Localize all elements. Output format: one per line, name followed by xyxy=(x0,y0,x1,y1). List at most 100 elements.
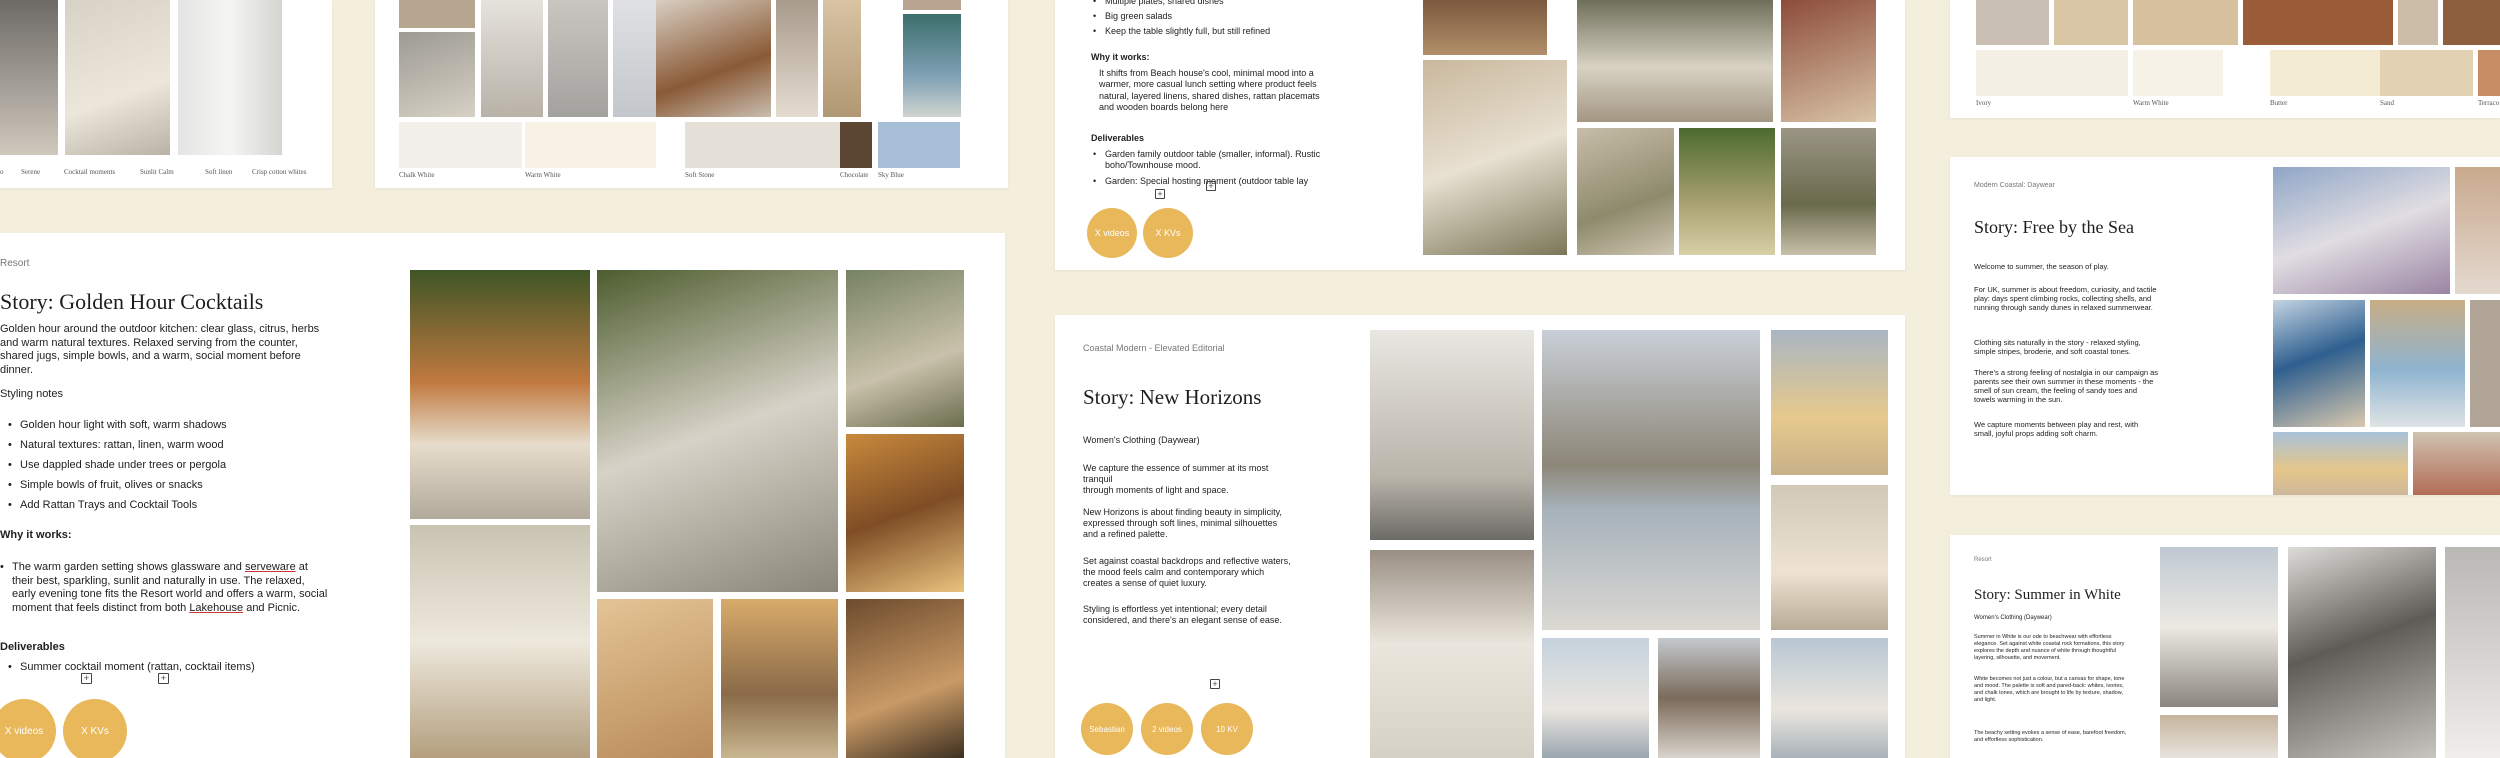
swatch-label: Chalk White xyxy=(399,171,435,179)
photo-surfboard xyxy=(2273,432,2408,495)
photo-strip xyxy=(2133,0,2238,45)
photo-outdoor-kitchen-counter xyxy=(410,525,590,758)
photo-citrus-table xyxy=(410,270,590,519)
why-bullet: • xyxy=(0,561,4,573)
story-subtitle: Women's Clothing (Daywear) xyxy=(1083,435,1200,445)
swatch-label: Crisp cotton whites xyxy=(252,168,307,176)
photo-cream-trousers xyxy=(1771,485,1888,630)
photo-strip xyxy=(2243,0,2393,45)
story-paragraph: For UK, summer is about freedom, curiosi… xyxy=(1974,285,2157,312)
swatch-label: Ivory xyxy=(1976,99,1992,107)
deliverable-circle-kvs[interactable]: X KVs xyxy=(63,699,127,758)
photo-plate xyxy=(399,0,475,28)
photo-top-strip xyxy=(903,0,961,10)
photo-pergola xyxy=(721,599,838,758)
deliverables-heading: Deliverables xyxy=(0,641,65,653)
photo-food-table xyxy=(1577,128,1674,255)
photo-strip xyxy=(2443,0,2500,45)
deliverable-circle-sebastian[interactable]: Sebastian xyxy=(1081,703,1133,755)
bullet-item: Big green salads xyxy=(1091,9,1331,24)
deliverable-circle-videos[interactable]: X videos xyxy=(1087,208,1137,258)
plus-icon[interactable]: + xyxy=(1206,181,1216,191)
plus-icon[interactable]: + xyxy=(1210,679,1220,689)
story-paragraph: Set against coastal backdrops and reflec… xyxy=(1083,556,1291,588)
story-paragraph: Styling is effortless yet intentional; e… xyxy=(1083,604,1282,625)
photo-woman-outdoor-kitchen xyxy=(597,270,838,592)
swatch-sand xyxy=(2380,50,2473,96)
photo-yellow-skirt xyxy=(1771,330,1888,475)
swatch-label: Sand xyxy=(2380,99,2394,107)
story-paragraph: There's a strong feeling of nostalgia in… xyxy=(1974,368,2159,404)
styling-note: Golden hour light with soft, warm shadow… xyxy=(6,415,336,435)
story-intro: Golden hour around the outdoor kitchen: … xyxy=(0,323,320,376)
deliverables-heading: Deliverables xyxy=(1091,133,1145,143)
photo-beige-shirt xyxy=(823,0,861,117)
photo-child-beach xyxy=(2455,167,2500,294)
board-top-middle: Chalk White Warm White Soft Stone Chocol… xyxy=(375,0,1008,188)
photo-leather-bag xyxy=(656,0,771,117)
swatch-label: Soft linen xyxy=(205,168,233,176)
why-text-part: Lakehouse xyxy=(189,601,244,614)
why-text-part: and Picnic. xyxy=(243,601,301,614)
swatch-butter xyxy=(2270,50,2393,96)
swatch-sky-blue xyxy=(878,122,960,168)
styling-heading: Styling notes xyxy=(0,388,63,400)
swatch-label: Terraco xyxy=(2478,99,2500,107)
bullet-item: Multiple plates, shared dishes xyxy=(1091,0,1331,9)
photo-curtain xyxy=(178,0,282,155)
photo-golden-fruit xyxy=(846,434,964,592)
styling-note: Simple bowls of fruit, olives or snacks xyxy=(6,475,336,495)
story-paragraph: We capture moments between play and rest… xyxy=(1974,420,2139,438)
why-text-part: serveware xyxy=(244,561,296,573)
why-heading: Why it works: xyxy=(1091,52,1150,62)
story-paragraph: Welcome to summer, the season of play. xyxy=(1974,262,2109,271)
photo-woman-rocks xyxy=(2160,547,2278,707)
photo-strip xyxy=(1976,0,2049,45)
why-text-part: The warm garden setting shows glassware … xyxy=(12,561,245,573)
plus-icon[interactable]: + xyxy=(1155,189,1165,199)
swatch-label: Cocktail moments xyxy=(64,168,116,176)
swatch-label: Warm White xyxy=(2133,99,2169,107)
story-paragraph: New Horizons is about finding beauty in … xyxy=(1083,507,1282,539)
story-title: Story: Free by the Sea xyxy=(1974,217,2134,237)
photo-woman-shore-bag xyxy=(1542,330,1760,630)
photo-sea-shirt xyxy=(903,14,961,117)
deliverable-circle-kvs[interactable]: X KVs xyxy=(1143,208,1193,258)
board-kicker: Coastal Modern - Elevated Editorial xyxy=(1083,343,1225,353)
photo-linen-dress xyxy=(65,0,170,155)
story-paragraph: We capture the essence of summer at its … xyxy=(1083,463,1269,495)
photo-kids-play xyxy=(2413,432,2500,495)
deliverable-item: Garden family outdoor table (smaller, in… xyxy=(1091,149,1331,171)
story-title: Story: Golden Hour Cocktails xyxy=(0,289,264,314)
photo-tomato-plate xyxy=(1781,0,1876,122)
swatch-label: Chocolate xyxy=(840,171,869,179)
photo-woman-seated xyxy=(2288,547,2436,758)
deliverable-circle-kv[interactable]: 10 KV xyxy=(1201,703,1253,755)
photo-drink-pour xyxy=(846,270,964,427)
plus-icon[interactable]: + xyxy=(158,673,169,684)
swatch-chocolate xyxy=(840,122,872,168)
deliverable-circle-videos[interactable]: 2 videos xyxy=(1141,703,1193,755)
plus-icon[interactable]: + xyxy=(81,673,92,684)
swatch-label: Soft Stone xyxy=(685,171,715,179)
swatch-soft-stone xyxy=(685,122,845,168)
board-kicker: Resort xyxy=(1974,557,1992,563)
photo-beach-umbrella xyxy=(2273,300,2365,427)
photo-strip xyxy=(2398,0,2438,45)
board-kicker: Modern Coastal: Daywear xyxy=(1974,182,2055,189)
bullet-item: Keep the table slightly full, but still … xyxy=(1091,24,1331,39)
swatch-label: o xyxy=(0,168,4,176)
swatch-terracotta xyxy=(2478,50,2500,96)
story-paragraph: The beachy setting evokes a sense of eas… xyxy=(1974,730,2127,743)
deliverable-circle-videos[interactable]: X videos xyxy=(0,699,56,758)
photo-woman-cafe xyxy=(776,0,818,117)
photo-rattan-chairs xyxy=(1423,0,1547,55)
board-kicker: Resort xyxy=(0,258,30,269)
story-title: Story: Summer in White xyxy=(1974,587,2121,603)
swatch-ivory xyxy=(1976,50,2128,96)
swatch-label: Sky Blue xyxy=(878,171,904,179)
why-text: It shifts from Beach house's cool, minim… xyxy=(1099,68,1320,112)
swatch-warm-white xyxy=(2133,50,2223,96)
swatch-label: Serene xyxy=(21,168,41,176)
photo-child-sand xyxy=(2470,300,2500,427)
